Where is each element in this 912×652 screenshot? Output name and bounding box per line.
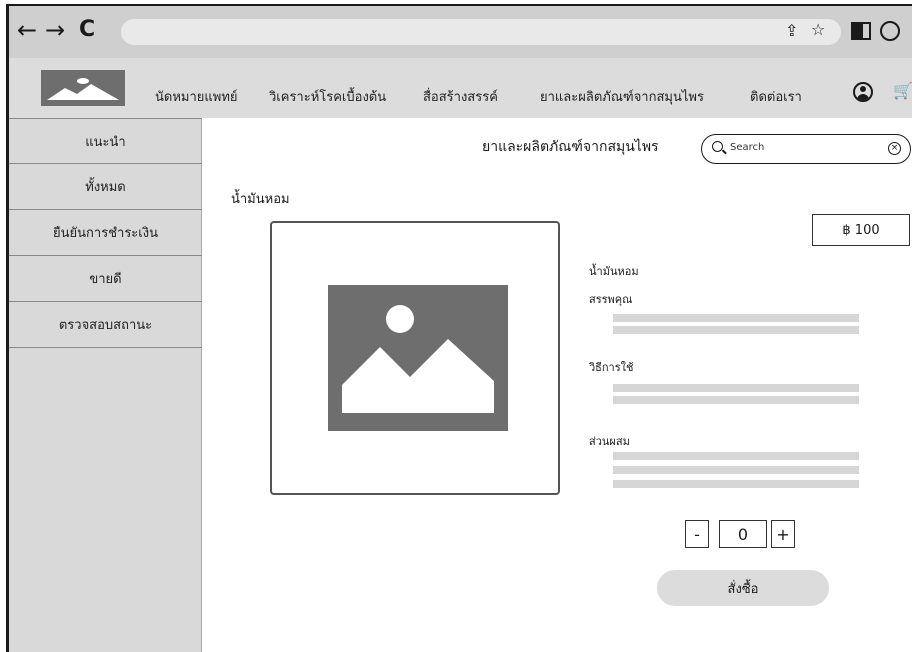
text-placeholder-line xyxy=(613,452,859,460)
browser-toolbar: ← → C ⇪ ☆ ⋮ xyxy=(9,6,912,58)
text-placeholder-line xyxy=(613,396,859,404)
usage-label: วิธีการใช้ xyxy=(589,361,634,374)
browser-window: ← → C ⇪ ☆ ⋮ นัดหมายแพทย์ วิเคราะห์โรคเบื… xyxy=(6,4,912,652)
quantity-stepper[interactable]: 0 xyxy=(719,520,767,548)
user-account-icon[interactable] xyxy=(853,82,873,102)
sidebar-item-all[interactable]: ทั้งหมด xyxy=(9,164,202,210)
more-menu-icon[interactable]: ⋮ xyxy=(907,18,912,42)
bookmark-star-icon[interactable]: ☆ xyxy=(811,20,825,39)
page-title: ยาและผลิตภัณฑ์จากสมุนไพร xyxy=(482,139,659,155)
sidebar-item-bestseller[interactable]: ขายดี xyxy=(9,256,202,302)
sidebar: แนะนำ ทั้งหมด ยืนยันการชำระเงิน ขายดี ตร… xyxy=(9,118,202,652)
sidebar-item-label: ตรวจสอบสถานะ xyxy=(58,318,153,333)
quantity-decrease-button[interactable]: - xyxy=(685,520,709,548)
sidebar-item-label: ขายดี xyxy=(89,272,122,287)
logo-image-icon xyxy=(41,70,125,106)
sidebar-item-label: ทั้งหมด xyxy=(85,180,126,195)
text-placeholder-line xyxy=(613,466,859,474)
sidebar-item-check-status[interactable]: ตรวจสอบสถานะ xyxy=(9,302,202,348)
text-placeholder-line xyxy=(613,480,859,488)
product-name: น้ำมันหอม xyxy=(589,265,639,278)
sidebar-item-label: ยืนยันการชำระเงิน xyxy=(53,226,158,241)
address-bar[interactable]: ⇪ ☆ xyxy=(121,19,841,45)
side-panel-icon[interactable] xyxy=(851,22,871,40)
sidebar-item-label: แนะนำ xyxy=(85,134,126,150)
back-arrow-icon[interactable]: ← xyxy=(17,16,37,44)
text-placeholder-line xyxy=(613,314,859,322)
clear-icon[interactable]: × xyxy=(888,142,901,155)
search-input[interactable]: Search × xyxy=(701,134,911,164)
browser-profile-icon[interactable] xyxy=(880,21,900,41)
price-value: ฿ 100 xyxy=(842,222,880,238)
site-logo[interactable] xyxy=(41,70,125,106)
order-button-label: สั่งซื้อ xyxy=(727,581,759,597)
image-placeholder-icon xyxy=(328,285,508,431)
quantity-increase-button[interactable]: + xyxy=(771,520,795,548)
cart-icon[interactable]: 🛒 xyxy=(893,81,912,100)
search-icon xyxy=(712,141,723,152)
nav-herbal-products[interactable]: ยาและผลิตภัณฑ์จากสมุนไพร xyxy=(540,86,704,107)
nav-appointment[interactable]: นัดหมายแพทย์ xyxy=(155,86,238,107)
nav-contact[interactable]: ติดต่อเรา xyxy=(750,86,802,107)
product-image-frame xyxy=(270,221,560,495)
text-placeholder-line xyxy=(613,326,859,334)
search-placeholder: Search xyxy=(730,142,765,153)
nav-diagnosis[interactable]: วิเคราะห์โรคเบื้องต้น xyxy=(269,86,386,107)
sidebar-item-recommended[interactable]: แนะนำ xyxy=(9,118,202,164)
forward-arrow-icon[interactable]: → xyxy=(45,16,65,44)
share-icon[interactable]: ⇪ xyxy=(785,21,798,40)
reload-icon[interactable]: C xyxy=(79,16,95,44)
text-placeholder-line xyxy=(613,384,859,392)
product-heading: น้ำมันหอม xyxy=(231,192,290,207)
nav-creative-media[interactable]: สื่อสร้างสรรค์ xyxy=(423,86,498,107)
benefits-label: สรรพคุณ xyxy=(589,293,633,306)
site-header: นัดหมายแพทย์ วิเคราะห์โรคเบื้องต้น สื่อส… xyxy=(9,58,912,118)
order-button[interactable]: สั่งซื้อ xyxy=(657,570,829,606)
sidebar-item-payment-confirm[interactable]: ยืนยันการชำระเงิน xyxy=(9,210,202,256)
ingredients-label: ส่วนผสม xyxy=(589,435,630,448)
price-tag: ฿ 100 xyxy=(812,214,910,246)
